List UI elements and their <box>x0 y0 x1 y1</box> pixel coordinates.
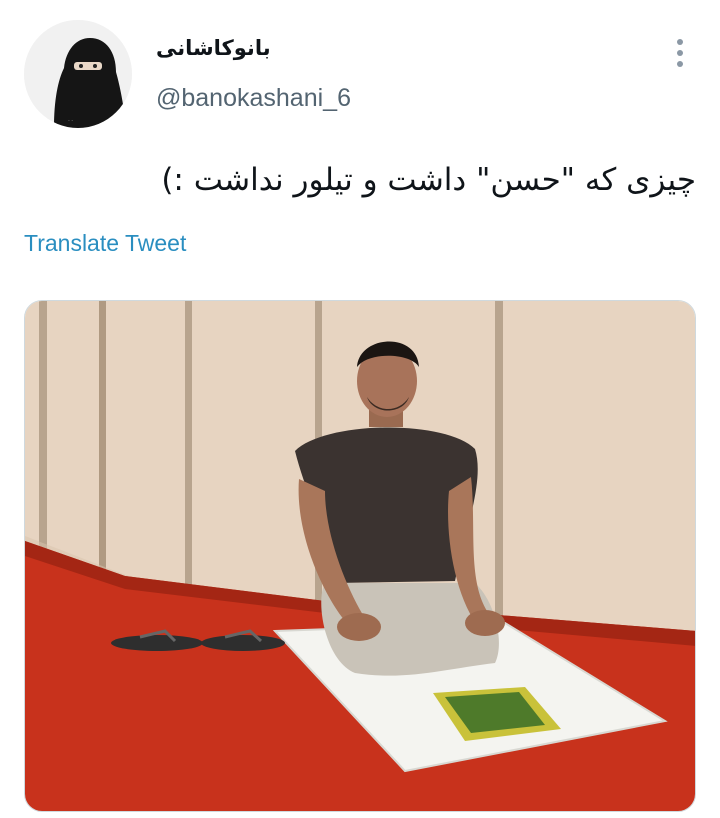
display-name[interactable]: بانوکاشانی <box>156 36 271 60</box>
dot <box>677 61 683 67</box>
more-options-icon[interactable] <box>666 36 694 70</box>
translate-tweet-link[interactable]: Translate Tweet <box>24 230 186 257</box>
avatar[interactable]: - - <box>24 20 132 128</box>
tweet-photo[interactable] <box>24 300 696 812</box>
photo-illustration <box>25 301 695 811</box>
tweet-text: چیزی که "حسن" داشت و تیلور نداشت :) <box>161 162 696 198</box>
svg-text:- -: - - <box>68 118 73 124</box>
dot <box>677 50 683 56</box>
tweet-card[interactable]: - - بانوکاشانی @banokashani_6 چیزی که "ح… <box>0 0 720 818</box>
dot <box>677 39 683 45</box>
username-handle[interactable]: @banokashani_6 <box>156 84 351 113</box>
avatar-image: - - <box>24 20 132 128</box>
